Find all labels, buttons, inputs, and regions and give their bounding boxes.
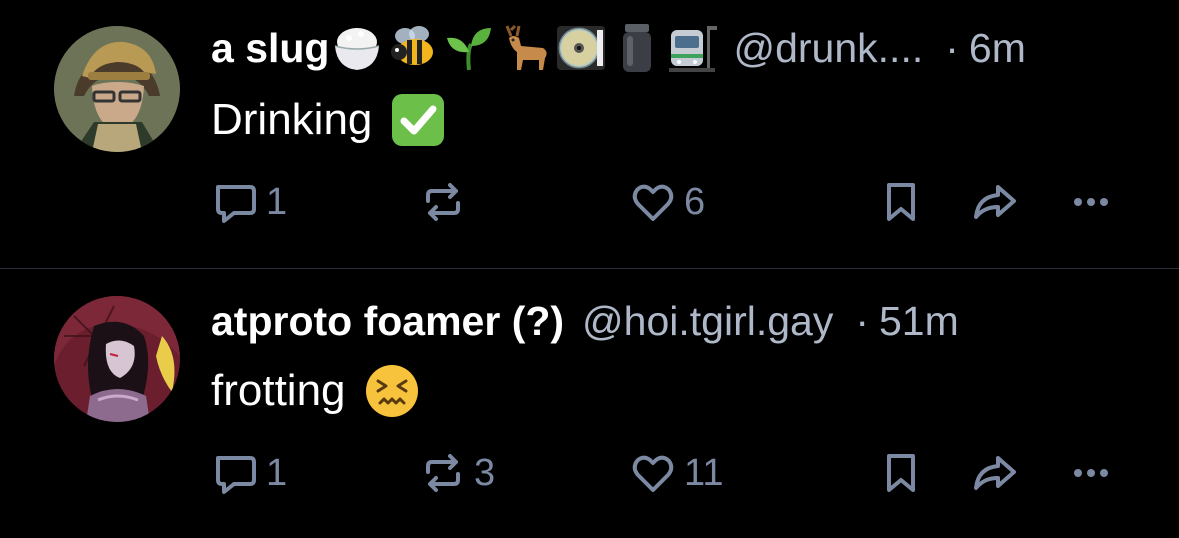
post-actions: 1 3 11 <box>0 443 1179 503</box>
repost-count: 3 <box>474 451 496 494</box>
more-options-button[interactable] <box>1066 172 1116 232</box>
post-text-content: frotting <box>211 366 346 415</box>
avatar[interactable] <box>54 296 180 422</box>
post-text-content: Drinking <box>211 95 373 144</box>
check-mark-button-icon <box>392 94 445 146</box>
author-name[interactable]: atproto foamer (?) <box>211 298 564 345</box>
share-button[interactable] <box>970 443 1020 503</box>
avatar-image <box>54 26 180 152</box>
author-handle[interactable]: @drunk.... <box>733 25 923 72</box>
heart-icon <box>632 184 674 221</box>
repost-icon <box>426 183 460 221</box>
like-count: 11 <box>684 451 724 494</box>
confounded-face-icon <box>365 365 418 417</box>
share-button[interactable] <box>970 172 1020 232</box>
reply-count: 1 <box>266 451 288 494</box>
timestamp[interactable]: 6m <box>969 25 1026 72</box>
bookmark-button[interactable] <box>876 172 926 232</box>
post-text: frotting <box>211 361 420 421</box>
repost-icon <box>426 454 460 492</box>
post-actions: 1 6 <box>0 172 1179 232</box>
timestamp[interactable]: 51m <box>879 298 959 345</box>
jar-icon <box>623 24 652 72</box>
bee-icon <box>391 26 434 65</box>
reply-button[interactable]: 1 <box>210 172 287 232</box>
rice-bowl-icon <box>335 28 380 70</box>
share-icon <box>974 456 1016 490</box>
like-button[interactable]: 11 <box>628 443 723 503</box>
repost-button[interactable]: 3 <box>418 443 495 503</box>
avatar[interactable] <box>54 26 180 152</box>
ellipsis-icon <box>1074 198 1108 206</box>
heart-icon <box>632 455 674 492</box>
more-options-button[interactable] <box>1066 443 1116 503</box>
ellipsis-icon <box>1074 469 1108 477</box>
share-icon <box>974 185 1016 219</box>
separator: · <box>945 24 959 71</box>
post[interactable]: atproto foamer (?) @hoi.tgirl.gay · 51m … <box>0 269 1179 538</box>
reply-count: 1 <box>266 180 288 223</box>
repost-button[interactable] <box>418 172 474 232</box>
bookmark-button[interactable] <box>876 443 926 503</box>
separator: · <box>855 297 869 344</box>
bookmark-icon <box>887 183 915 221</box>
avatar-image <box>54 296 180 422</box>
like-count: 6 <box>684 180 706 223</box>
bookmark-icon <box>887 454 915 492</box>
author-handle[interactable]: @hoi.tgirl.gay <box>582 298 833 345</box>
post-text: Drinking <box>211 90 446 150</box>
dvd-icon <box>557 26 606 70</box>
post[interactable]: a slug @drunk.... · 6m Drinking 1 6 <box>0 0 1179 268</box>
like-button[interactable]: 6 <box>628 172 705 232</box>
post-header: a slug @drunk.... · 6m <box>211 20 1026 76</box>
railway-car-icon <box>669 26 718 72</box>
seedling-icon <box>447 28 492 71</box>
name-emojis <box>331 22 719 74</box>
post-header: atproto foamer (?) @hoi.tgirl.gay · 51m <box>211 293 959 349</box>
reply-icon <box>216 456 256 494</box>
reply-button[interactable]: 1 <box>210 443 287 503</box>
reply-icon <box>216 185 256 223</box>
deer-icon <box>506 24 548 70</box>
author-name[interactable]: a slug <box>211 25 329 72</box>
